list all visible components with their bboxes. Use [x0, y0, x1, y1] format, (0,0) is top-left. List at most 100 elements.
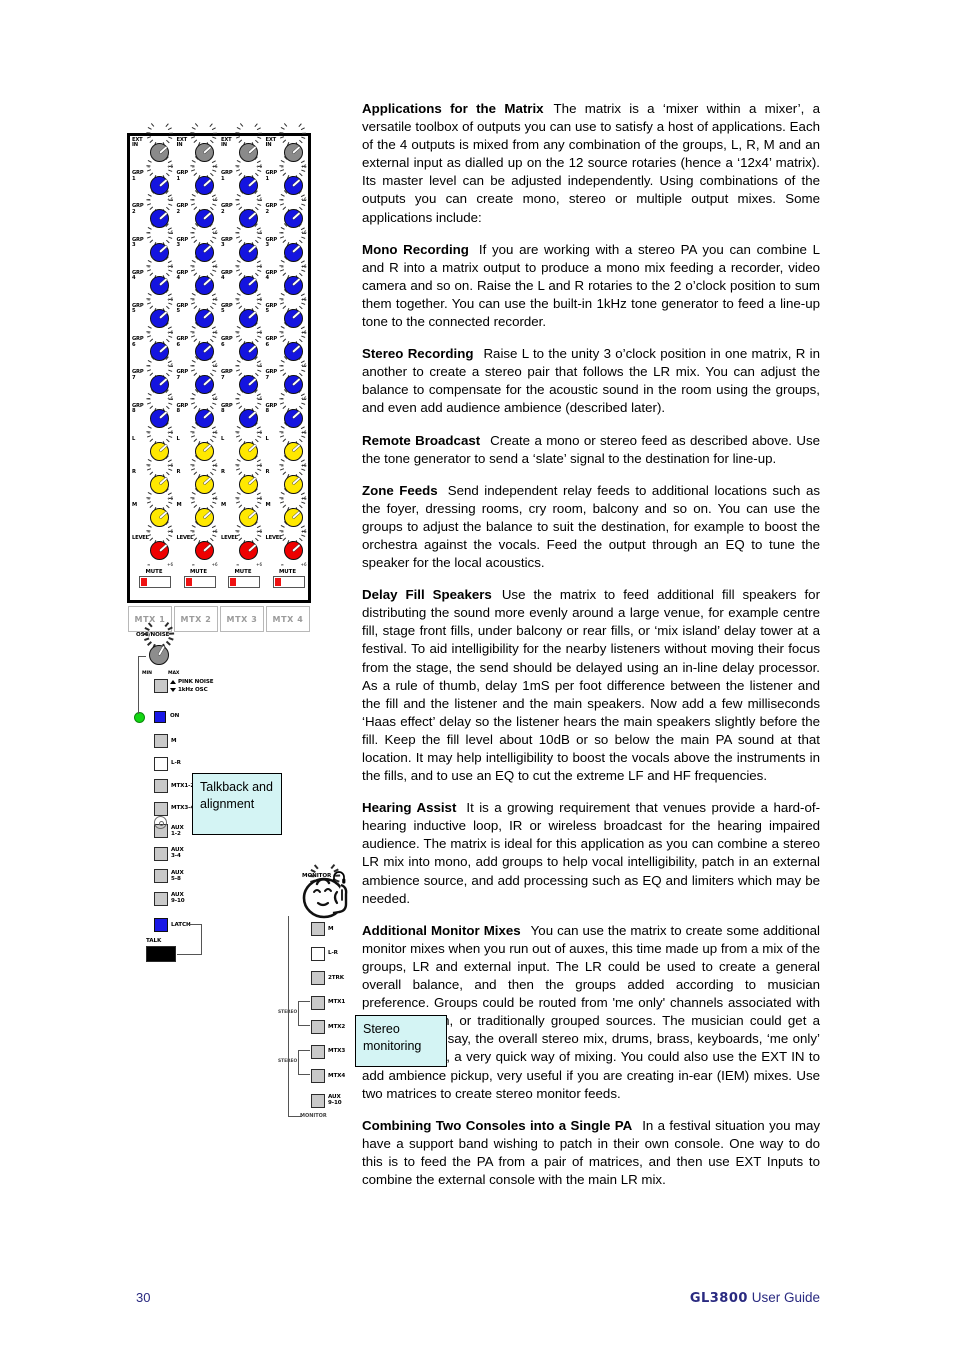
matrix-rotary-knob[interactable]: ∞+6: [235, 521, 263, 567]
knob-tick: [165, 305, 170, 310]
matrix-knob-cell[interactable]: R∞+6: [265, 454, 311, 501]
osc-route-button[interactable]: [154, 734, 168, 748]
knob-tick: [257, 198, 263, 201]
knob-body[interactable]: [283, 541, 303, 561]
latch-button[interactable]: [154, 918, 168, 932]
monitor-source-button[interactable]: [311, 995, 325, 1010]
matrix-rotary-knob[interactable]: ∞+6: [190, 521, 218, 567]
matrix-knob-cell[interactable]: GRP3∞+6: [176, 222, 222, 269]
matrix-knob-cell[interactable]: GRP1∞+6: [265, 156, 311, 202]
matrix-knob-cell[interactable]: GRP4∞+6: [265, 255, 311, 302]
matrix-knob-cell[interactable]: GRP7∞+6: [131, 355, 177, 401]
matrix-knob-cell[interactable]: GRP5∞+6: [176, 289, 222, 335]
matrix-knob-cell[interactable]: EXTIN∞+6: [131, 123, 177, 169]
monitor-source-button[interactable]: [311, 946, 325, 961]
matrix-knob-cell[interactable]: GRP8∞+6: [220, 388, 266, 435]
osc-knob-body[interactable]: [149, 645, 169, 665]
matrix-knob-cell[interactable]: GRP4∞+6: [131, 255, 177, 302]
talk-button[interactable]: [146, 946, 176, 962]
matrix-knob-cell[interactable]: GRP8∞+6: [265, 388, 311, 435]
mute-switch[interactable]: [183, 576, 216, 589]
knob-tick: [235, 501, 241, 505]
matrix-rotary-knob[interactable]: ∞+6: [146, 521, 174, 567]
matrix-knob-cell[interactable]: L∞+6: [220, 421, 266, 468]
matrix-knob-cell[interactable]: GRP3∞+6: [265, 222, 311, 269]
matrix-knob-cell[interactable]: L∞+6: [131, 421, 177, 468]
matrix-knob-cell[interactable]: M∞+6: [265, 488, 311, 534]
matrix-knob-cell[interactable]: GRP6∞+6: [265, 322, 311, 368]
matrix-knob-cell[interactable]: GRP2∞+6: [265, 189, 311, 235]
matrix-knob-cell[interactable]: GRP5∞+6: [265, 289, 311, 335]
matrix-knob-cell[interactable]: GRP3∞+6: [131, 222, 177, 269]
knob-tick: [168, 431, 174, 433]
matrix-knob-cell[interactable]: GRP6∞+6: [131, 322, 177, 368]
osc-route-button[interactable]: [154, 756, 168, 771]
osc-route-button[interactable]: [154, 869, 168, 883]
matrix-knob-cell[interactable]: GRP2∞+6: [176, 189, 222, 235]
matrix-knob-cell[interactable]: R∞+6: [131, 454, 177, 501]
matrix-mute-cell[interactable]: MUTE: [265, 567, 311, 595]
matrix-knob-cell[interactable]: EXTIN∞+6: [176, 123, 222, 169]
matrix-knob-cell[interactable]: L∞+6: [265, 421, 311, 468]
matrix-knob-cell[interactable]: GRP5∞+6: [131, 289, 177, 335]
osc-route-label: M: [171, 737, 177, 744]
matrix-knob-cell[interactable]: GRP8∞+6: [131, 388, 177, 435]
matrix-knob-cell[interactable]: R∞+6: [176, 454, 222, 501]
matrix-mute-cell[interactable]: MUTE: [176, 567, 222, 595]
matrix-knob-cell[interactable]: LEVEL ∞ +6: [220, 521, 266, 567]
matrix-mute-cell[interactable]: MUTE: [220, 567, 266, 595]
matrix-knob-cell[interactable]: LEVEL ∞ +6: [176, 521, 222, 567]
matrix-knob-cell[interactable]: LEVEL ∞ +6: [131, 521, 177, 567]
matrix-knob-cell[interactable]: GRP8∞+6: [176, 388, 222, 435]
knob-tick: [300, 127, 306, 131]
matrix-knob-cell[interactable]: GRP5∞+6: [220, 289, 266, 335]
matrix-knob-cell[interactable]: M∞+6: [176, 488, 222, 534]
matrix-knob-cell[interactable]: GRP6∞+6: [220, 322, 266, 368]
osc-on-button[interactable]: [154, 711, 166, 723]
matrix-knob-cell[interactable]: LEVEL ∞ +6: [265, 521, 311, 567]
matrix-knob-label: GRP 4: [176, 269, 189, 282]
matrix-knob-cell[interactable]: R∞+6: [220, 454, 266, 501]
osc-route-button[interactable]: [154, 846, 168, 861]
matrix-knob-cell[interactable]: GRP3∞+6: [220, 222, 266, 269]
matrix-knob-cell[interactable]: GRP7∞+6: [176, 355, 222, 401]
matrix-knob-cell[interactable]: EXTIN∞+6: [265, 123, 311, 169]
monitor-source-button[interactable]: [311, 971, 325, 985]
mute-switch[interactable]: [228, 576, 260, 589]
matrix-knob-cell[interactable]: GRP7∞+6: [220, 355, 266, 401]
osc-route-button[interactable]: [154, 891, 168, 906]
matrix-knob-cell[interactable]: GRP1∞+6: [176, 156, 222, 202]
matrix-knob-cell[interactable]: GRP2∞+6: [131, 189, 177, 235]
matrix-knob-cell[interactable]: M∞+6: [131, 488, 177, 534]
matrix-knob-cell[interactable]: GRP6∞+6: [176, 322, 222, 368]
section-paragraph: Remote Broadcast Create a mono or stereo …: [362, 432, 820, 468]
matrix-knob-cell[interactable]: GRP2∞+6: [220, 189, 266, 235]
osc-route-button[interactable]: [154, 779, 168, 793]
osc-route-button[interactable]: [154, 801, 168, 816]
monitor-source-button[interactable]: [311, 1069, 325, 1083]
osc-route-label: MTX3-4: [171, 805, 195, 811]
monitor-source-button[interactable]: [311, 1093, 325, 1108]
matrix-knob-cell[interactable]: GRP1∞+6: [220, 156, 266, 202]
matrix-knob-cell[interactable]: GRP7∞+6: [265, 355, 311, 401]
monitor-source-button[interactable]: [311, 1020, 325, 1034]
knob-pointer: [158, 510, 167, 519]
matrix-knob-cell[interactable]: GRP1∞+6: [131, 156, 177, 202]
knob-pointer: [292, 510, 301, 519]
matrix-knob-cell[interactable]: M∞+6: [220, 488, 266, 534]
knob-tick: [235, 302, 241, 306]
matrix-knob-cell[interactable]: L∞+6: [176, 421, 222, 468]
knob-body[interactable]: [194, 541, 214, 561]
matrix-mute-cell[interactable]: MUTE: [131, 567, 177, 595]
matrix-rotary-knob[interactable]: ∞+6: [279, 521, 307, 567]
knob-tick: [146, 364, 151, 367]
monitor-source-button[interactable]: [311, 1044, 325, 1059]
monitor-source-button[interactable]: [311, 922, 325, 936]
mute-switch[interactable]: [272, 576, 305, 589]
matrix-knob-cell[interactable]: GRP4∞+6: [220, 255, 266, 302]
source-select-switch[interactable]: [154, 679, 168, 693]
matrix-knob-cell[interactable]: EXTIN∞+6: [220, 123, 266, 169]
osc-noise-knob[interactable]: [143, 622, 175, 670]
matrix-knob-cell[interactable]: GRP4∞+6: [176, 255, 222, 302]
mute-switch[interactable]: [139, 576, 171, 589]
